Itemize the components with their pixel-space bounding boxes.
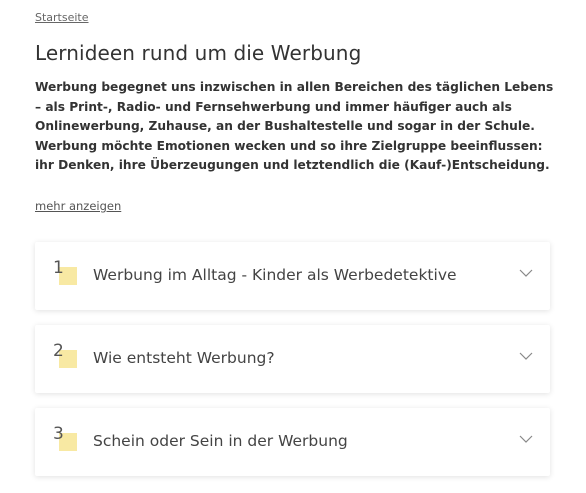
accordion-title: Wie entsteht Werbung?: [93, 349, 275, 367]
accordion-number: 3: [53, 424, 64, 444]
accordion-number-badge: 1: [53, 258, 83, 290]
chevron-down-icon[interactable]: [518, 265, 534, 281]
accordion-number-badge: 2: [53, 341, 83, 373]
accordion-item-2[interactable]: 2 Wie entsteht Werbung?: [35, 325, 550, 393]
breadcrumb-home-link[interactable]: Startseite: [35, 11, 89, 24]
intro-text: Werbung begegnet uns inzwischen in allen…: [35, 80, 554, 172]
show-more-link[interactable]: mehr anzeigen: [35, 199, 121, 213]
accordion-item-1[interactable]: 1 Werbung im Alltag - Kinder als Werbede…: [35, 242, 550, 310]
accordion-item-3[interactable]: 3 Schein oder Sein in der Werbung: [35, 408, 550, 476]
accordion-number: 1: [53, 258, 64, 278]
accordion-number-badge: 3: [53, 424, 83, 456]
accordion-number: 2: [53, 341, 64, 361]
chevron-down-icon[interactable]: [518, 431, 534, 447]
accordion-title: Schein oder Sein in der Werbung: [93, 432, 348, 450]
accordion-title: Werbung im Alltag - Kinder als Werbedete…: [93, 266, 457, 284]
chevron-down-icon[interactable]: [518, 348, 534, 364]
page-title: Lernideen rund um die Werbung: [35, 41, 362, 65]
